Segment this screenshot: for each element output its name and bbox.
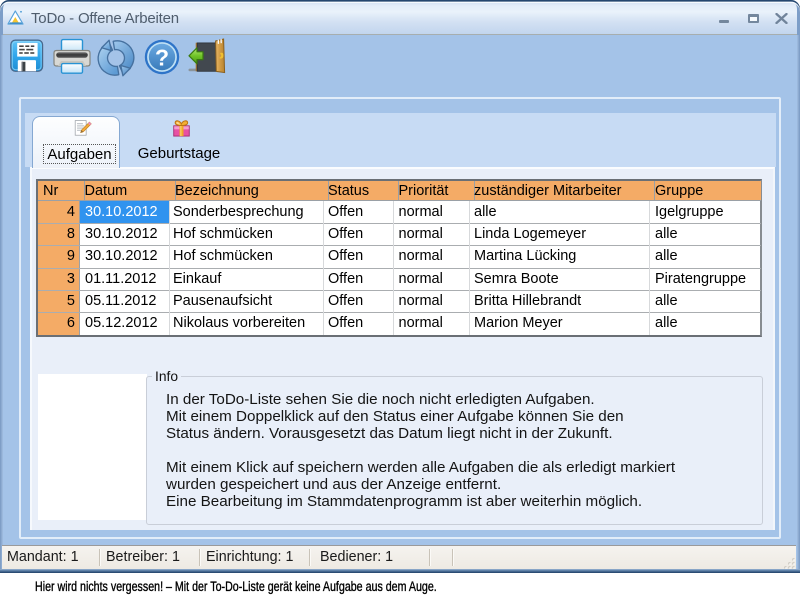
svg-text:?: ? [155,45,169,71]
